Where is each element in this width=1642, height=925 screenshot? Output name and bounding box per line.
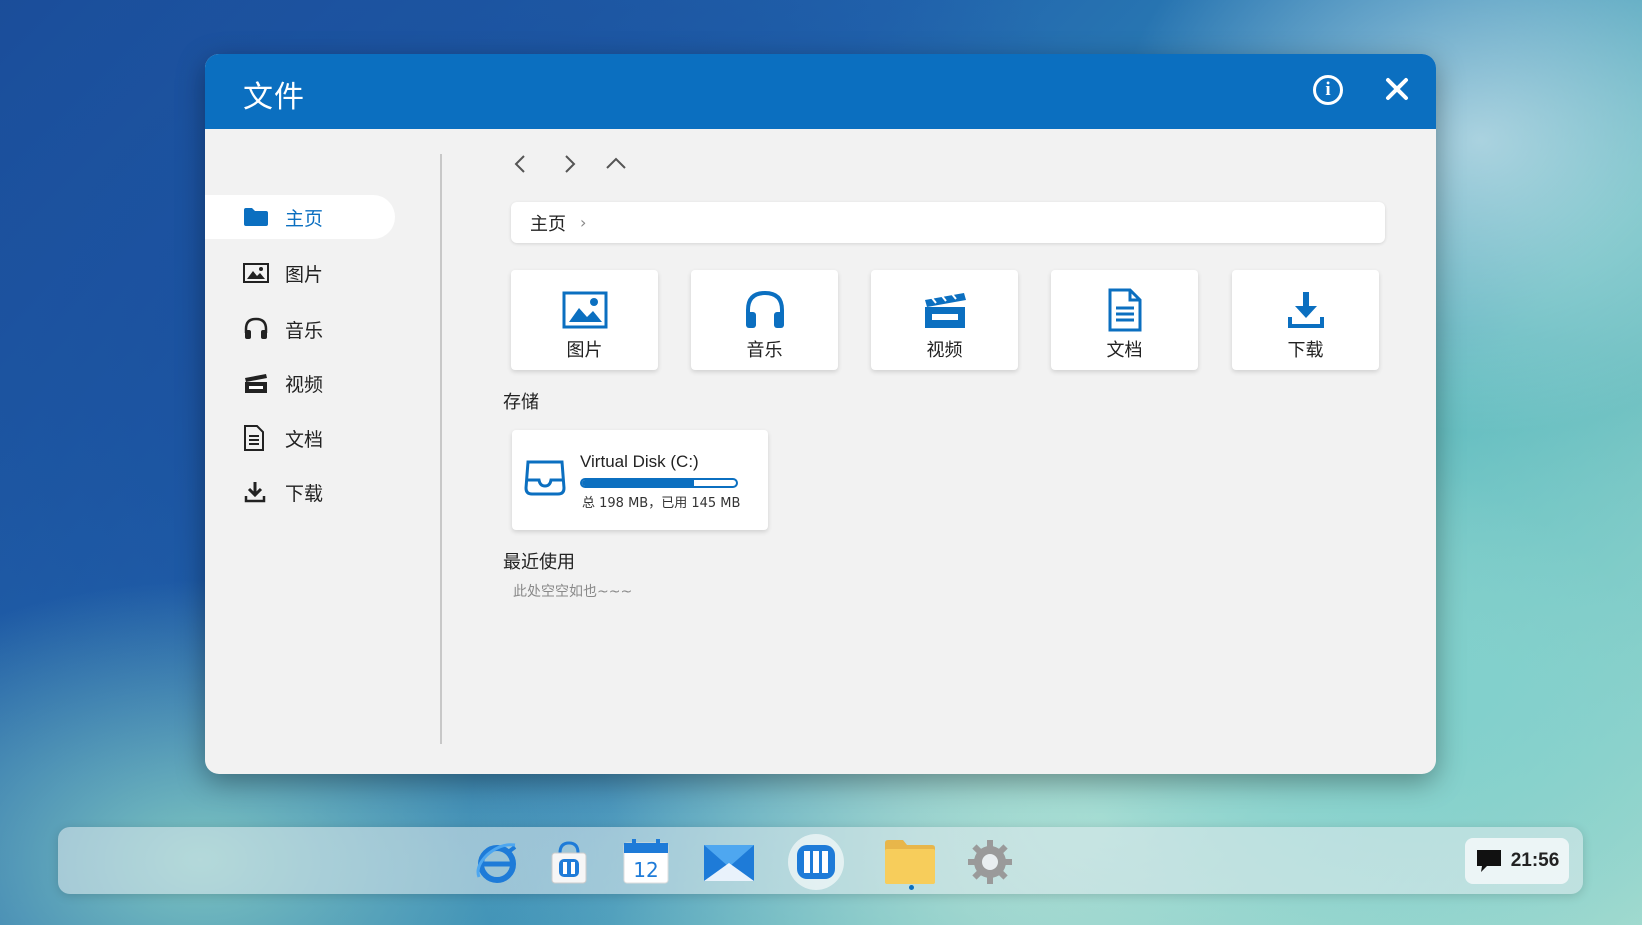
info-icon: i xyxy=(1325,79,1331,100)
chevron-up-icon xyxy=(606,157,626,169)
clapperboard-icon xyxy=(921,288,969,332)
tile-label: 图片 xyxy=(566,340,603,361)
clock-notification-button[interactable]: 21:56 xyxy=(1465,838,1569,884)
sidebar: 主页 图片 音乐 视频 文档 下载 xyxy=(205,129,441,774)
sidebar-item-music[interactable]: 音乐 xyxy=(205,307,395,351)
sidebar-item-pictures[interactable]: 图片 xyxy=(205,251,395,295)
tile-label: 下载 xyxy=(1287,340,1324,361)
chat-bubble-icon xyxy=(1476,850,1501,872)
breadcrumb-item-home[interactable]: 主页 xyxy=(530,210,566,236)
calendar-app[interactable]: 12 xyxy=(621,837,671,887)
sidebar-divider xyxy=(440,154,442,744)
chevron-right-icon xyxy=(565,155,576,173)
sidebar-item-label: 文档 xyxy=(285,428,324,451)
disk-name: Virtual Disk (C:) xyxy=(580,452,699,471)
window-title: 文件 xyxy=(243,80,305,115)
headphones-icon xyxy=(243,316,271,342)
mail-app[interactable] xyxy=(702,837,754,887)
files-running-indicator xyxy=(909,885,914,890)
forward-button[interactable] xyxy=(555,150,583,178)
clock-time: 21:56 xyxy=(1510,850,1560,871)
file-manager-window: 文件 i 主页 图片 音乐 视频 文档 下载 主页 › 图片 音乐 视频 文档 … xyxy=(205,54,1436,774)
calendar-icon: 12 xyxy=(623,839,669,884)
download-icon xyxy=(1282,288,1330,332)
disk-card[interactable]: Virtual Disk (C:) 总 198 MB，已用 145 MB xyxy=(512,430,768,530)
close-icon xyxy=(1386,78,1408,100)
quick-access-music[interactable]: 音乐 xyxy=(691,270,838,370)
breadcrumb[interactable]: 主页 › xyxy=(511,202,1385,243)
storage-heading: 存储 xyxy=(503,392,539,413)
chevron-left-icon xyxy=(514,155,525,173)
launcher-app[interactable] xyxy=(787,833,845,891)
sidebar-item-label: 视频 xyxy=(285,373,324,396)
folder-icon xyxy=(243,204,271,230)
recent-heading: 最近使用 xyxy=(503,552,575,573)
disk-usage-fill xyxy=(582,480,695,486)
calendar-day: 12 xyxy=(633,858,658,882)
quick-access-downloads[interactable]: 下载 xyxy=(1232,270,1379,370)
tile-label: 音乐 xyxy=(746,340,783,361)
sidebar-item-label: 图片 xyxy=(285,263,324,286)
close-button[interactable] xyxy=(1380,72,1414,106)
tile-label: 文档 xyxy=(1106,340,1143,361)
download-icon xyxy=(243,479,271,505)
sidebar-item-downloads[interactable]: 下载 xyxy=(205,470,395,514)
quick-access-documents[interactable]: 文档 xyxy=(1051,270,1198,370)
mail-icon xyxy=(704,845,754,881)
image-icon xyxy=(243,260,271,286)
quick-access-videos[interactable]: 视频 xyxy=(871,270,1018,370)
tile-label: 视频 xyxy=(926,340,963,361)
settings-app[interactable] xyxy=(965,837,1015,887)
clapperboard-icon xyxy=(243,370,271,396)
sidebar-item-home[interactable]: 主页 xyxy=(205,195,395,239)
sidebar-item-documents[interactable]: 文档 xyxy=(205,416,395,460)
gear-icon xyxy=(968,840,1012,884)
info-button[interactable]: i xyxy=(1313,75,1343,105)
document-icon xyxy=(243,425,271,451)
files-app[interactable] xyxy=(883,837,937,887)
back-button[interactable] xyxy=(507,150,535,178)
title-bar: 文件 i xyxy=(205,54,1436,129)
breadcrumb-separator: › xyxy=(580,213,587,232)
sidebar-item-label: 音乐 xyxy=(285,319,324,342)
recent-empty-text: 此处空空如也~~~ xyxy=(513,584,633,600)
document-icon xyxy=(1101,288,1149,332)
disk-usage-bar xyxy=(580,478,738,488)
drive-icon xyxy=(524,458,566,502)
sidebar-item-label: 主页 xyxy=(285,207,324,230)
store-app[interactable] xyxy=(544,837,594,887)
up-button[interactable] xyxy=(602,150,630,178)
image-icon xyxy=(561,288,609,332)
browser-app[interactable] xyxy=(471,837,521,887)
taskbar: 12 21:56 xyxy=(58,827,1583,894)
launcher-icon xyxy=(788,834,844,890)
store-bag-icon xyxy=(551,841,587,884)
browser-icon xyxy=(476,843,517,883)
sidebar-item-videos[interactable]: 视频 xyxy=(205,361,395,405)
disk-info: 总 198 MB，已用 145 MB xyxy=(582,496,741,511)
sidebar-item-label: 下载 xyxy=(285,482,324,505)
quick-access-pictures[interactable]: 图片 xyxy=(511,270,658,370)
headphones-icon xyxy=(741,288,789,332)
folder-icon xyxy=(885,840,935,884)
